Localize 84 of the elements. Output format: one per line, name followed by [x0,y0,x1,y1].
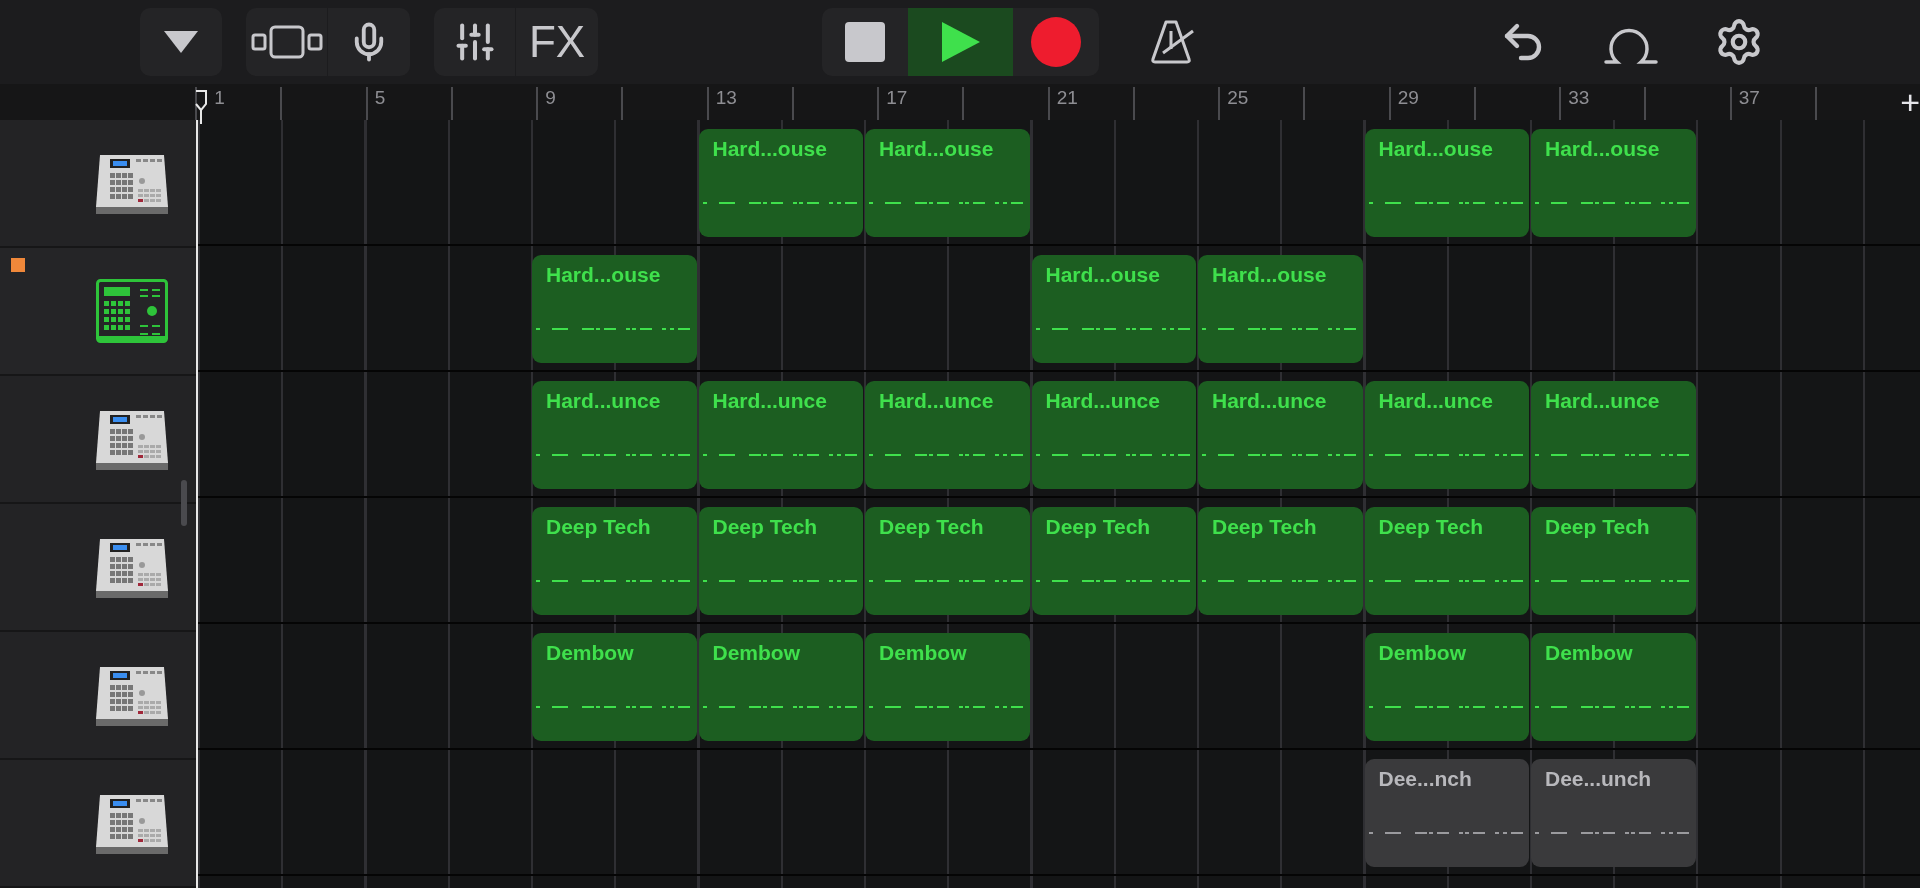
region-title: Deep Tech [1044,515,1151,539]
region-title: Hard...ouse [1544,137,1660,161]
bar-number: 5 [374,87,386,110]
region[interactable]: Dembow [698,633,863,741]
region-title: Dembow [878,641,967,665]
region-title: Hard...unce [1544,389,1660,413]
region[interactable]: Hard...ouse [698,129,863,237]
region-title: Hard...unce [1377,389,1493,413]
drum-machine-icon [96,279,168,343]
record-icon [1031,17,1081,68]
region[interactable]: Hard...unce [1198,381,1363,489]
bar-number: 9 [545,87,556,110]
mixer-button[interactable] [434,8,516,77]
region[interactable]: Deep Tech [1364,507,1529,615]
fx-button[interactable]: FX [516,8,598,77]
region[interactable]: Hard...unce [698,381,863,489]
region[interactable]: Hard...ouse [1031,255,1196,363]
record-button[interactable] [1013,8,1099,77]
region[interactable]: Deep Tech [1031,507,1196,615]
stop-icon [845,22,885,63]
microphone-button[interactable] [328,8,410,77]
stop-button[interactable] [822,8,908,77]
region-title: Hard...ouse [878,137,994,161]
bar-number: 17 [886,87,908,110]
region-title: Deep Tech [1211,515,1317,539]
tracks-view-icon [250,24,323,61]
region[interactable]: Deep Tech [1531,507,1696,615]
bar-number: 37 [1738,87,1760,110]
region[interactable]: Hard...unce [1364,381,1529,489]
region[interactable]: Hard...ouse [532,255,697,363]
region[interactable]: Dembow [532,633,697,741]
play-icon [941,22,980,63]
triangle-down-icon [164,31,198,54]
region[interactable]: Dee...nch [1364,759,1529,867]
region-title: Hard...ouse [1377,137,1493,161]
region-title: Hard...unce [711,389,827,413]
dropdown-button[interactable] [140,8,222,77]
region-title: Deep Tech [545,515,651,539]
region[interactable]: Hard...ouse [1364,129,1529,237]
region[interactable]: Hard...ouse [865,129,1030,237]
region-title: Deep Tech [711,515,818,539]
region-title: Dembow [711,641,800,665]
region[interactable]: Dembow [1364,633,1529,741]
region-title: Hard...unce [545,389,661,413]
bar-number: 21 [1056,87,1078,110]
selection-marker [11,258,25,272]
region-title: Dee...nch [1377,767,1472,791]
region[interactable]: Dee...unch [1531,759,1696,867]
scroll-indicator [181,480,187,526]
bar-number: 25 [1227,87,1249,110]
region-title: Deep Tech [1544,515,1650,539]
region[interactable]: Hard...ouse [1198,255,1363,363]
region-title: Hard...ouse [711,137,827,161]
region-title: Dembow [1544,641,1633,665]
region-title: Deep Tech [878,515,984,539]
play-button[interactable] [908,8,1013,77]
bar-number: 1 [214,87,225,110]
bar-number: 13 [715,87,737,110]
region[interactable]: Dembow [1531,633,1696,741]
region-title: Hard...ouse [1211,263,1327,287]
region[interactable]: Deep Tech [865,507,1030,615]
region-title: Hard...unce [1211,389,1327,413]
region-title: Dee...unch [1544,767,1652,791]
bar-number: 29 [1397,87,1419,110]
tracks-view-button[interactable] [246,8,328,77]
region-title: Hard...ouse [1044,263,1160,287]
region[interactable]: Hard...unce [532,381,697,489]
region[interactable]: Hard...unce [865,381,1030,489]
region-title: Hard...unce [878,389,994,413]
region-title: Deep Tech [1377,515,1484,539]
region[interactable]: Deep Tech [532,507,697,615]
region-title: Hard...unce [1044,389,1160,413]
region-title: Hard...ouse [545,263,661,287]
add-button[interactable]: + [1900,84,1920,120]
region[interactable]: Deep Tech [698,507,863,615]
bar-number: 33 [1568,87,1590,110]
playhead [194,90,208,124]
region[interactable]: Hard...unce [1031,381,1196,489]
region[interactable]: Deep Tech [1198,507,1363,615]
region[interactable]: Dembow [865,633,1030,741]
region[interactable]: Hard...unce [1531,381,1696,489]
region[interactable]: Hard...ouse [1531,129,1696,237]
region-title: Dembow [545,641,634,665]
region-title: Dembow [1377,641,1466,665]
